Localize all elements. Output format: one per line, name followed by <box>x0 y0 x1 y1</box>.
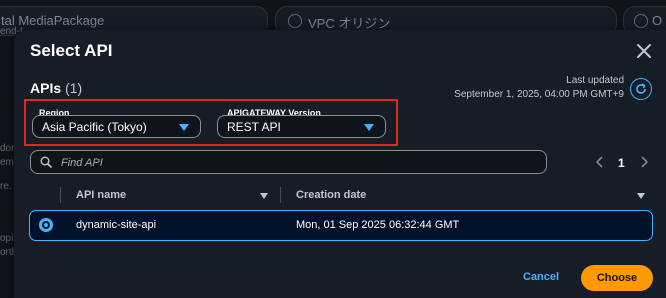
column-header-api-name[interactable]: API name <box>76 189 126 201</box>
creation-date-cell: Mon, 01 Sep 2025 06:32:44 GMT <box>296 219 460 231</box>
chevron-left-icon[interactable] <box>595 156 605 168</box>
last-updated-value: September 1, 2025, 04:00 PM GMT+9 <box>454 89 624 100</box>
column-divider <box>280 187 281 203</box>
bg-fragment: opi <box>0 233 14 244</box>
apis-heading: APIs (1) <box>30 80 82 96</box>
caret-down-icon <box>179 124 189 131</box>
column-divider <box>60 187 61 203</box>
sort-caret-icon[interactable] <box>637 193 645 199</box>
sort-caret-icon[interactable] <box>260 193 268 199</box>
select-api-modal: Select API APIs (1) Last updated Septemb… <box>14 30 666 298</box>
bg-card-label: O <box>652 13 663 28</box>
row-radio-selected[interactable] <box>39 218 53 232</box>
table-row[interactable]: dynamic-site-api Mon, 01 Sep 2025 06:32:… <box>29 210 653 241</box>
radio-icon <box>634 14 648 28</box>
apis-count: (1) <box>65 80 83 96</box>
last-updated-label: Last updated <box>566 75 624 86</box>
caret-down-icon <box>364 124 374 131</box>
radio-icon <box>288 14 302 28</box>
bg-fragment: re. <box>0 181 12 192</box>
choose-button[interactable]: Choose <box>581 265 653 291</box>
close-icon[interactable] <box>636 43 652 59</box>
search-input[interactable] <box>59 153 533 173</box>
search-field[interactable] <box>30 150 547 174</box>
refresh-icon <box>636 83 646 94</box>
region-value: Asia Pacific (Tokyo) <box>42 120 147 134</box>
refresh-button[interactable] <box>630 78 652 100</box>
apigateway-version-select[interactable]: REST API <box>217 115 386 138</box>
chevron-right-icon[interactable] <box>639 156 649 168</box>
modal-title: Select API <box>30 41 113 60</box>
api-name-cell: dynamic-site-api <box>76 219 157 231</box>
apis-label: APIs <box>30 80 62 96</box>
cancel-button[interactable]: Cancel <box>523 271 559 283</box>
column-header-creation-date[interactable]: Creation date <box>296 189 366 201</box>
version-value: REST API <box>227 120 281 134</box>
region-select[interactable]: Asia Pacific (Tokyo) <box>32 115 201 138</box>
page-number[interactable]: 1 <box>618 156 625 170</box>
search-icon <box>40 156 52 168</box>
